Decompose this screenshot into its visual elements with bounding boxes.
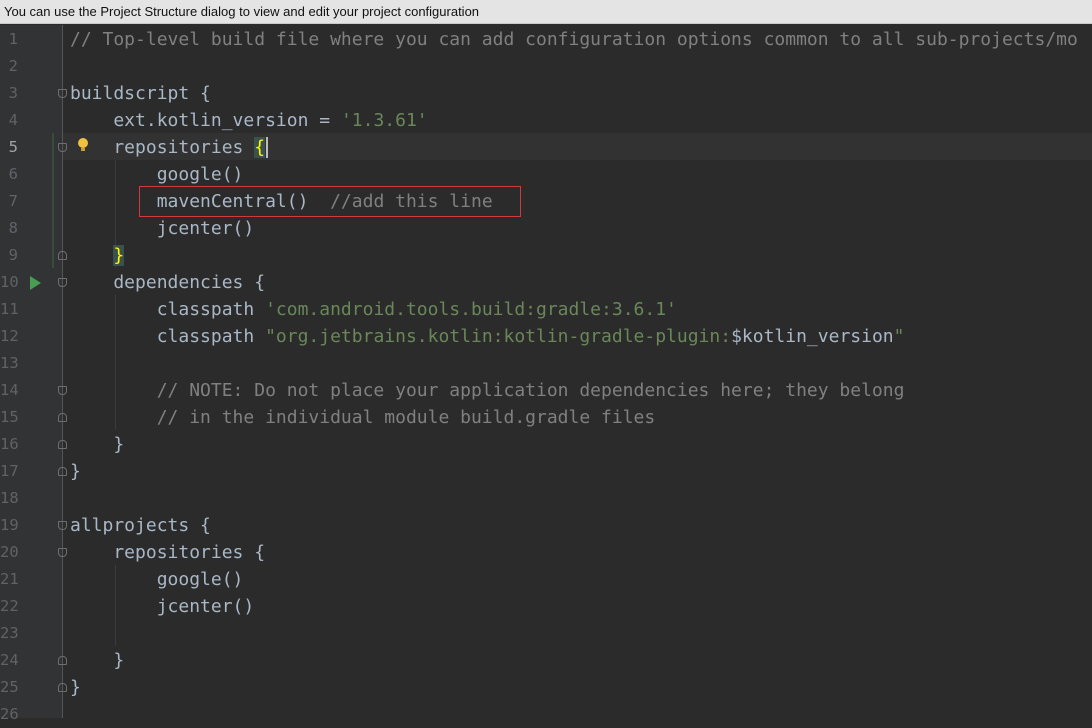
line-number[interactable]: 15	[0, 404, 19, 431]
code-line[interactable]: }	[70, 242, 125, 269]
line-number[interactable]: 19	[0, 512, 19, 539]
fold-icon[interactable]	[58, 656, 67, 665]
code-line[interactable]: // Top-level build file where you can ad…	[70, 26, 1078, 53]
code-line[interactable]: }	[70, 458, 81, 485]
line-number[interactable]: 7	[0, 188, 18, 215]
line-number[interactable]: 4	[0, 107, 18, 134]
line-number[interactable]: 22	[0, 593, 19, 620]
fold-icon[interactable]	[58, 386, 67, 395]
line-number[interactable]: 1	[0, 26, 18, 53]
text-caret	[266, 137, 268, 158]
fold-icon[interactable]	[58, 89, 67, 98]
code-line[interactable]: ext.kotlin_version = '1.3.61'	[70, 107, 427, 134]
code-line[interactable]: google()	[70, 161, 244, 188]
code-line[interactable]: repositories {	[70, 539, 265, 566]
fold-icon[interactable]	[58, 251, 67, 260]
code-line[interactable]: }	[70, 674, 81, 701]
fold-icon[interactable]	[58, 521, 67, 530]
code-line[interactable]: buildscript {	[70, 80, 211, 107]
line-number[interactable]: 2	[0, 53, 18, 80]
code-line[interactable]: }	[70, 647, 124, 674]
line-number[interactable]: 21	[0, 566, 19, 593]
code-line[interactable]: classpath 'com.android.tools.build:gradl…	[70, 296, 677, 323]
line-number[interactable]: 24	[0, 647, 19, 674]
fold-icon[interactable]	[58, 548, 67, 557]
code-line[interactable]: repositories {	[70, 134, 266, 161]
line-number[interactable]: 13	[0, 350, 19, 377]
line-number[interactable]: 20	[0, 539, 19, 566]
fold-icon[interactable]	[58, 278, 67, 287]
line-number[interactable]: 12	[0, 323, 19, 350]
gutter-separator	[62, 25, 63, 718]
code-line[interactable]: }	[70, 431, 124, 458]
vcs-change-marker[interactable]	[52, 133, 54, 268]
line-number[interactable]: 17	[0, 458, 19, 485]
line-number[interactable]: 25	[0, 674, 19, 701]
run-gutter-icon[interactable]	[30, 276, 41, 290]
code-line[interactable]: allprojects {	[70, 512, 211, 539]
line-number[interactable]: 6	[0, 161, 18, 188]
line-number[interactable]: 26	[0, 701, 19, 728]
highlight-annotation-box	[139, 186, 521, 217]
line-number[interactable]: 23	[0, 620, 19, 647]
fold-icon[interactable]	[58, 413, 67, 422]
line-number[interactable]: 11	[0, 296, 19, 323]
code-line[interactable]: // NOTE: Do not place your application d…	[70, 377, 905, 404]
line-number[interactable]: 3	[0, 80, 18, 107]
line-number[interactable]: 8	[0, 215, 18, 242]
fold-icon[interactable]	[58, 683, 67, 692]
line-number[interactable]: 10	[0, 269, 19, 296]
line-number[interactable]: 14	[0, 377, 19, 404]
line-number[interactable]: 9	[0, 242, 18, 269]
project-structure-hint-banner[interactable]: You can use the Project Structure dialog…	[0, 0, 1092, 24]
fold-icon[interactable]	[58, 440, 67, 449]
code-line[interactable]: // in the individual module build.gradle…	[70, 404, 656, 431]
fold-icon[interactable]	[58, 467, 67, 476]
code-line[interactable]: classpath "org.jetbrains.kotlin:kotlin-g…	[70, 323, 905, 350]
fold-icon[interactable]	[58, 143, 67, 152]
code-line[interactable]: jcenter()	[70, 593, 255, 620]
code-line[interactable]: dependencies {	[70, 269, 265, 296]
line-number[interactable]: 5	[0, 134, 18, 161]
line-number[interactable]: 18	[0, 485, 19, 512]
line-number[interactable]: 16	[0, 431, 19, 458]
code-line[interactable]: jcenter()	[70, 215, 255, 242]
code-line[interactable]: google()	[70, 566, 244, 593]
